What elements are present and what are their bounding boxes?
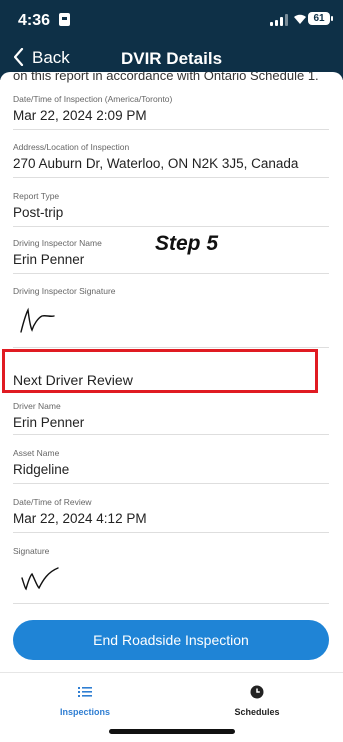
field-driver-name: Driver Name Erin Penner xyxy=(13,401,329,435)
field-report-type: Report Type Post-trip xyxy=(13,191,329,227)
field-value: Ridgeline xyxy=(13,462,70,477)
field-label: Date/Time of Review xyxy=(13,497,92,507)
field-address: Address/Location of Inspection 270 Aubur… xyxy=(13,142,329,178)
tab-label: Schedules xyxy=(234,707,280,717)
section-title-next-driver-review: Next Driver Review xyxy=(13,372,133,388)
end-roadside-inspection-button[interactable]: End Roadside Inspection xyxy=(13,620,329,660)
field-date-inspection: Date/Time of Inspection (America/Toronto… xyxy=(13,94,329,130)
field-label: Report Type xyxy=(13,191,60,201)
field-label: Driving Inspector Signature xyxy=(13,286,116,296)
field-asset-name: Asset Name Ridgeline xyxy=(13,448,329,484)
home-indicator xyxy=(109,729,235,734)
tab-inspections[interactable]: Inspections xyxy=(25,683,145,717)
field-date-review: Date/Time of Review Mar 22, 2024 4:12 PM xyxy=(13,497,329,533)
field-label: Driver Name xyxy=(13,401,61,411)
battery-icon: 61 xyxy=(308,12,333,25)
field-value: Erin Penner xyxy=(13,415,85,430)
field-value: Mar 22, 2024 2:09 PM xyxy=(13,108,147,123)
list-icon xyxy=(25,683,145,701)
field-value: 270 Auburn Dr, Waterloo, ON N2K 3J5, Can… xyxy=(13,156,299,171)
field-label: Date/Time of Inspection (America/Toronto… xyxy=(13,94,173,104)
inspector-signature-image xyxy=(20,307,55,333)
tab-label: Inspections xyxy=(59,707,110,717)
wifi-icon xyxy=(293,13,307,28)
top-bar: 4:36 61 Back DVIR Details xyxy=(0,0,343,80)
cellular-signal-icon xyxy=(270,14,288,26)
tab-schedules[interactable]: Schedules xyxy=(197,683,317,717)
clock-icon xyxy=(197,683,317,701)
cut-off-text: on this report in accordance with Ontari… xyxy=(13,72,319,83)
step-annotation: Step 5 xyxy=(155,232,219,255)
field-label: Signature xyxy=(13,546,50,556)
field-label: Address/Location of Inspection xyxy=(13,142,130,152)
status-time: 4:36 xyxy=(18,12,51,29)
page-title: DVIR Details xyxy=(120,49,223,68)
field-label: Asset Name xyxy=(13,448,60,458)
field-value: Post-trip xyxy=(13,205,64,220)
field-value: Mar 22, 2024 4:12 PM xyxy=(13,511,147,526)
signature-image xyxy=(21,567,59,591)
lock-icon xyxy=(59,13,70,26)
details-scroll-area[interactable]: on this report in accordance with Ontari… xyxy=(0,72,343,672)
